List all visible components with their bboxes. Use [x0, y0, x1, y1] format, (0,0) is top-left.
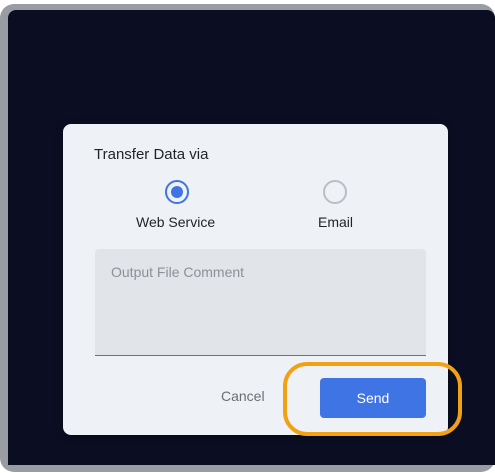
radio-email[interactable]: [323, 180, 347, 204]
cancel-button[interactable]: Cancel: [221, 388, 265, 404]
radio-label-email[interactable]: Email: [318, 214, 353, 230]
output-file-comment-field[interactable]: Output File Comment: [95, 249, 426, 356]
radio-selected-dot: [171, 186, 183, 198]
radio-label-web-service[interactable]: Web Service: [136, 214, 215, 230]
transfer-dialog: Transfer Data via Web Service Email Outp…: [63, 124, 448, 435]
dialog-title: Transfer Data via: [94, 146, 209, 163]
radio-web-service[interactable]: [165, 180, 189, 204]
comment-placeholder: Output File Comment: [111, 264, 245, 280]
send-button[interactable]: Send: [320, 378, 426, 418]
device-frame: Transfer Data via Web Service Email Outp…: [0, 0, 495, 473]
